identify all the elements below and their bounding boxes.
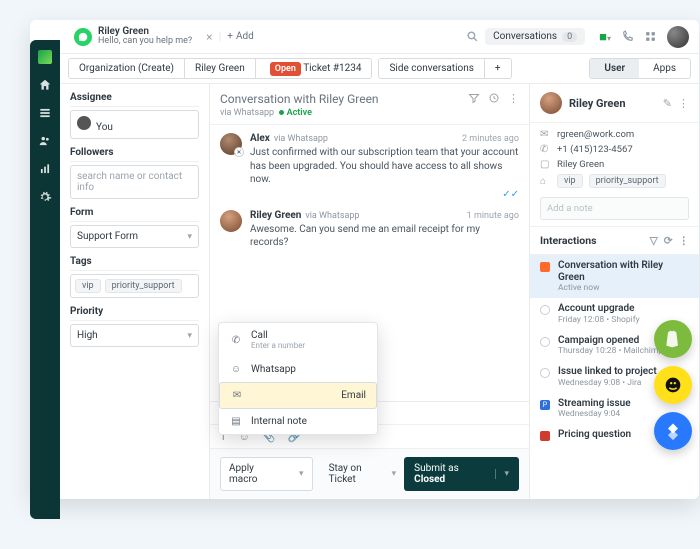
more-icon[interactable]: ⋮ — [679, 234, 690, 247]
ticket-badge-icon — [540, 431, 550, 441]
phone-icon: ✆ — [229, 335, 243, 346]
chevron-down-icon: ▾ — [187, 331, 192, 341]
home-icon[interactable] — [38, 78, 52, 92]
tags-label: Tags — [70, 256, 199, 271]
tag-chip[interactable]: vip — [75, 279, 101, 293]
filter-icon[interactable] — [468, 92, 480, 105]
message: ✕ Alexvia Whatsapp2 minutes ago Just con… — [220, 133, 519, 200]
toggle-user[interactable]: User — [590, 59, 639, 78]
agent-avatar: ✕ — [220, 133, 242, 155]
assignee-label: Assignee — [70, 92, 199, 107]
customer-name: Riley Green — [569, 97, 625, 110]
phone-icon[interactable] — [621, 30, 634, 43]
form-select[interactable]: Support Form▾ — [70, 225, 199, 248]
more-icon[interactable]: ⋮ — [678, 97, 689, 110]
side-conversations-tab[interactable]: Side conversations — [379, 59, 484, 78]
tab-subtitle: Hello, can you help me? — [98, 37, 192, 47]
whatsapp-badge-icon: ✕ — [234, 147, 244, 157]
integration-jira-icon[interactable] — [654, 412, 692, 450]
stay-on-ticket-select[interactable]: Stay on Ticket▾ — [329, 463, 397, 485]
tag-chip: vip — [557, 174, 583, 188]
building-icon: ▢ — [540, 159, 551, 170]
tag-icon: ⌂ — [540, 176, 551, 187]
views-icon[interactable] — [38, 106, 52, 120]
conversations-filter[interactable]: Conversations 0 — [485, 28, 585, 45]
conversation-title: Conversation with Riley Green — [220, 92, 379, 106]
search-icon[interactable] — [466, 30, 479, 43]
assignee-select[interactable]: You — [70, 110, 199, 139]
org-tab[interactable]: Organization (Create) — [69, 59, 185, 78]
app-logo-icon — [38, 50, 52, 64]
ticket-status-pill: Open — [270, 62, 301, 76]
read-receipt-icon: ✓✓ — [250, 189, 519, 200]
context-tabs: Organization (Create) Riley Green Open T… — [60, 54, 699, 84]
note-icon: ▤ — [229, 416, 243, 427]
conversation-status: Active — [287, 108, 312, 118]
channel-menu: ✆CallEnter a number ☺Whatsapp ✉Email ▤In… — [218, 322, 378, 435]
filter-icon[interactable]: ▽ — [650, 234, 658, 247]
apps-grid-icon[interactable] — [644, 30, 657, 43]
conversation-pane: Conversation with Riley Green via Whatsa… — [210, 84, 529, 499]
channel-option-email[interactable]: ✉Email — [219, 382, 377, 409]
priority-label: Priority — [70, 306, 199, 321]
footer-actions: Apply macro▾ Stay on Ticket▾ Submit as C… — [210, 448, 529, 499]
channel-option-call[interactable]: ✆CallEnter a number — [219, 323, 377, 357]
ticket-fields: Assignee You Followers search name or co… — [60, 84, 210, 499]
reports-icon[interactable] — [38, 162, 52, 176]
email-icon: ✉ — [540, 129, 551, 140]
settings-icon[interactable] — [38, 190, 52, 204]
add-tab-button[interactable]: + Add — [227, 31, 254, 42]
priority-select[interactable]: High▾ — [70, 324, 199, 347]
channel-option-whatsapp[interactable]: ☺Whatsapp — [219, 357, 377, 382]
nav-rail — [30, 40, 60, 519]
customer-avatar — [220, 210, 242, 232]
ticket-badge-icon: P — [540, 400, 550, 410]
message: Riley Greenvia Whatsapp1 minute ago Awes… — [220, 210, 519, 250]
edit-icon[interactable]: ✎ — [663, 97, 672, 110]
close-tab-icon[interactable]: × — [206, 30, 212, 44]
integration-mailchimp-icon[interactable] — [654, 366, 692, 404]
customer-phone: +1 (415)123-4567 — [557, 144, 633, 155]
chevron-down-icon[interactable]: ▾ — [495, 469, 509, 479]
customer-company: Riley Green — [557, 159, 604, 170]
user-tab[interactable]: Riley Green — [185, 59, 256, 78]
interactions-title: Interactions — [540, 234, 596, 247]
toggle-apps[interactable]: Apps — [639, 59, 690, 78]
tag-chip[interactable]: priority_support — [105, 279, 182, 293]
channel-option-note[interactable]: ▤Internal note — [219, 409, 377, 434]
customer-avatar — [540, 92, 562, 114]
form-label: Form — [70, 207, 199, 222]
conversation-count: 0 — [562, 32, 577, 42]
followers-label: Followers — [70, 147, 199, 162]
tag-chip: priority_support — [589, 174, 666, 188]
chat-status-icon[interactable]: ■▾ — [599, 29, 611, 45]
profile-avatar[interactable] — [667, 26, 689, 48]
sidebar-toggle: User Apps — [589, 58, 691, 79]
email-icon: ✉ — [230, 390, 244, 401]
add-side-conversation[interactable]: + — [485, 59, 511, 78]
customer-email: rgreen@work.com — [557, 129, 634, 140]
followers-input[interactable]: search name or contact info — [70, 165, 199, 199]
phone-icon: ✆ — [540, 144, 551, 155]
refresh-icon[interactable]: ⟳ — [664, 234, 673, 247]
more-icon[interactable]: ⋮ — [508, 92, 519, 105]
customers-icon[interactable] — [38, 134, 52, 148]
interaction-item[interactable]: Conversation with Riley GreenActive now — [530, 255, 699, 298]
submit-button[interactable]: Submit as Closed▾ — [404, 457, 519, 491]
workspace-tab[interactable]: Riley Green Hello, can you help me? — [66, 20, 200, 54]
top-bar: Riley Green Hello, can you help me? × | … — [60, 20, 699, 54]
integration-shopify-icon[interactable] — [654, 320, 692, 358]
chevron-down-icon: ▾ — [187, 232, 192, 242]
apply-macro-select[interactable]: Apply macro▾ — [220, 457, 313, 491]
ticket-tab[interactable]: Open Ticket #1234 — [256, 59, 372, 78]
history-icon[interactable] — [488, 92, 500, 105]
whatsapp-icon — [74, 28, 92, 46]
add-note-input[interactable]: Add a note — [540, 197, 689, 220]
whatsapp-icon: ☺ — [229, 364, 243, 375]
